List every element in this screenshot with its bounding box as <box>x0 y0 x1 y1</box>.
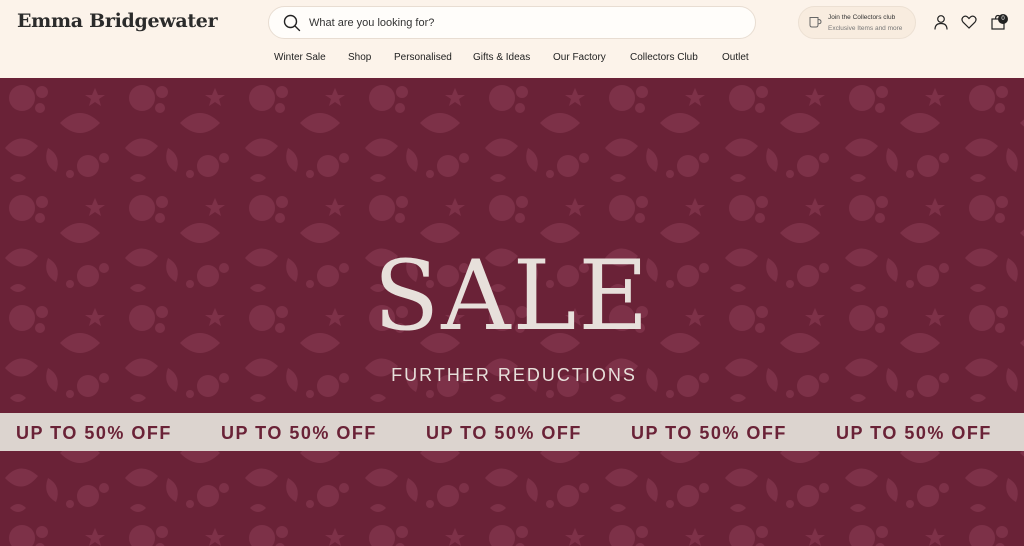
nav-item-shop[interactable]: Shop <box>348 52 371 63</box>
ticker-item: UP TO 50% OFF <box>426 423 582 443</box>
nav-item-personalised[interactable]: Personalised <box>394 52 452 63</box>
ticker-item: UP TO 50% OFF <box>221 423 377 443</box>
sale-hero-banner[interactable]: SALE FURTHER REDUCTIONS UP TO 50% OFF UP… <box>0 78 1024 546</box>
site-header: Emma Bridgewater Join the Collectors clu… <box>0 0 1024 78</box>
ticker-item: UP TO 50% OFF <box>836 423 992 443</box>
nav-item-collectors-club[interactable]: Collectors Club <box>630 52 698 63</box>
account-icon[interactable] <box>933 14 949 30</box>
nav-item-outlet[interactable]: Outlet <box>722 52 749 63</box>
discount-ticker: UP TO 50% OFF UP TO 50% OFF UP TO 50% OF… <box>0 413 1024 451</box>
sale-headline: SALE <box>373 240 651 352</box>
sale-subheadline: FURTHER REDUCTIONS <box>391 365 637 385</box>
nav-item-gifts-ideas[interactable]: Gifts & Ideas <box>473 52 530 63</box>
nav-item-winter-sale[interactable]: Winter Sale <box>274 52 326 63</box>
site-logo[interactable]: Emma Bridgewater <box>17 10 218 32</box>
search-icon[interactable] <box>283 14 301 32</box>
cart-count-badge: 0 <box>998 14 1008 24</box>
nav-item-our-factory[interactable]: Our Factory <box>553 52 606 63</box>
cup-icon <box>809 17 822 28</box>
collectors-club-button[interactable]: Join the Collectors club Exclusive Items… <box>798 6 916 39</box>
search-input[interactable] <box>309 7 739 38</box>
search-bar[interactable] <box>268 6 756 39</box>
heart-icon[interactable] <box>961 14 977 30</box>
ticker-item: UP TO 50% OFF <box>631 423 787 443</box>
ticker-item: UP TO 50% OFF <box>16 423 172 443</box>
collectors-club-title: Join the Collectors club <box>828 14 896 21</box>
collectors-club-subtitle: Exclusive Items and more <box>828 25 903 32</box>
